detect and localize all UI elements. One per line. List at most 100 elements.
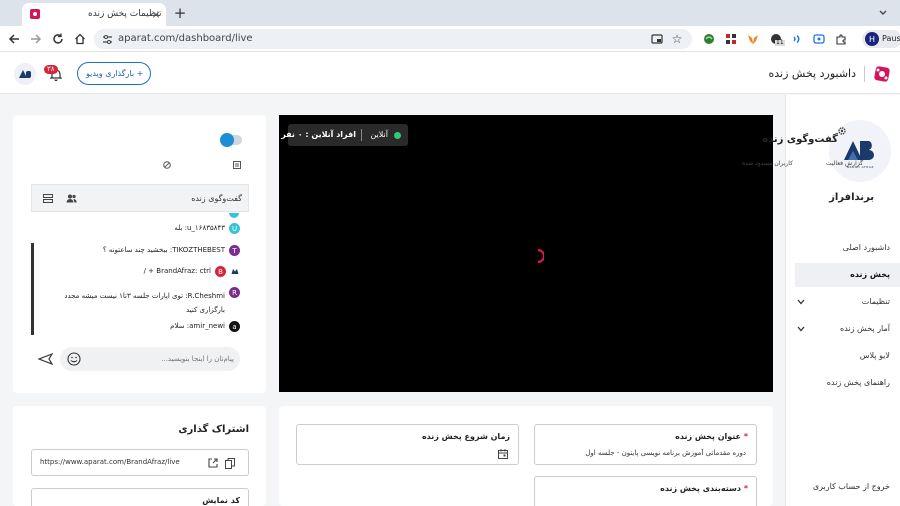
emoji-icon[interactable] bbox=[66, 351, 82, 367]
chat-avatar: R bbox=[229, 287, 240, 298]
list-view-icon[interactable] bbox=[42, 192, 54, 204]
extension-badge-icon[interactable]: 11 bbox=[768, 31, 785, 47]
stream-category-field[interactable]: * دسته‌بندی پخش زنده bbox=[534, 476, 757, 506]
chat-message-list: U u_۱۶۸۳۵۸۴۳: بله T TIKOZTHEBEST: ببخشید… bbox=[31, 213, 249, 343]
embed-code-field[interactable]: کد نمایش bbox=[31, 488, 249, 506]
activity-report-link[interactable]: گزارش فعالیت bbox=[826, 161, 863, 167]
notification-count: ۳۸ bbox=[44, 65, 58, 74]
sidebar-item-live-plus[interactable]: لایو پلاس bbox=[795, 346, 900, 366]
chat-message: a amir_newi: سلام bbox=[31, 320, 244, 334]
extension-blue-icon[interactable] bbox=[812, 32, 826, 46]
site-info-icon[interactable] bbox=[100, 32, 114, 46]
chat-user: amir_newi bbox=[189, 322, 225, 330]
chat-message-text: amir_newi: سلام bbox=[170, 322, 225, 330]
chat-message-partial-avatar bbox=[229, 213, 239, 218]
forward-icon[interactable] bbox=[28, 31, 44, 47]
profile-initial: H bbox=[868, 34, 875, 44]
chat-avatar: T bbox=[229, 245, 240, 256]
live-status-overlay: آنلاین افراد آنلاین : ۰ نفر bbox=[281, 124, 408, 146]
sidebar-item-live[interactable]: پخش زنده bbox=[795, 263, 900, 287]
upload-video-button[interactable]: + بارگذاری ویدیو bbox=[77, 62, 151, 85]
embed-code-label: کد نمایش bbox=[202, 496, 240, 505]
metamask-icon[interactable] bbox=[746, 32, 760, 46]
reload-icon[interactable] bbox=[50, 31, 66, 47]
extension-badge-count: 11 bbox=[775, 39, 785, 46]
tab-search-icon[interactable] bbox=[876, 6, 890, 20]
chat-panel-header: گفت‌وگوی زنده bbox=[31, 184, 249, 212]
open-link-icon[interactable] bbox=[207, 457, 219, 469]
chat-avatar-letter: U bbox=[231, 224, 238, 233]
activity-report-icon[interactable] bbox=[232, 160, 242, 170]
browser-tab[interactable]: تنظیمات پخش زنده × bbox=[22, 3, 166, 26]
chat-avatar-letter: B bbox=[218, 267, 223, 276]
user-avatar[interactable] bbox=[14, 63, 36, 85]
calendar-icon[interactable] bbox=[497, 448, 509, 460]
chat-panel-title: گفت‌وگوی زنده bbox=[191, 194, 242, 203]
sidebar-item-live-guide[interactable]: راهنمای پخش زنده bbox=[795, 373, 900, 393]
chat-input-wrap bbox=[60, 347, 240, 371]
stream-category-label: * دسته‌بندی پخش زنده bbox=[660, 485, 748, 493]
sidebar-item-label: راهنمای پخش زنده bbox=[826, 378, 890, 387]
stream-category-label-text: دسته‌بندی پخش زنده bbox=[660, 484, 742, 493]
chat-user: u_۱۶۸۳۵۸۴۳ bbox=[186, 224, 225, 232]
home-icon[interactable] bbox=[72, 31, 88, 47]
sidebar-item-settings[interactable]: تنظیمات bbox=[795, 292, 900, 312]
online-viewers: افراد آنلاین : ۰ نفر bbox=[281, 130, 356, 139]
audio-icon[interactable] bbox=[790, 32, 804, 46]
chevron-down-icon bbox=[795, 323, 807, 335]
chat-user: BrandAfraz bbox=[156, 267, 195, 275]
sidebar-item-label: لایو پلاس bbox=[859, 351, 890, 360]
tab-close-icon[interactable]: × bbox=[150, 8, 162, 21]
chat-user: TIKOZTHEBEST bbox=[172, 246, 225, 254]
stream-title-field[interactable]: * عنوان پخش زنده دوره مقدماتی آموزش برنا… bbox=[534, 424, 757, 465]
moderator-badge-icon bbox=[230, 267, 239, 276]
page-title: داشبورد پخش زنده bbox=[768, 67, 856, 80]
chat-card-title: گفت‌وگوی زنده bbox=[762, 134, 838, 145]
logout-label: خروج از حساب کاربری bbox=[812, 482, 890, 491]
copy-icon[interactable] bbox=[224, 457, 236, 469]
video-player[interactable] bbox=[279, 115, 773, 392]
url-text: aparat.com/dashboard/live bbox=[118, 33, 253, 44]
share-link-text: https://www.aparat.com/BrandAfraz/live bbox=[40, 458, 180, 466]
bookmark-star-icon[interactable]: ☆ bbox=[670, 32, 684, 46]
aparat-logo[interactable] bbox=[872, 64, 892, 84]
chat-avatar: U bbox=[229, 223, 240, 234]
sidebar-item-label: تنظیمات bbox=[861, 297, 890, 306]
sidebar-item-live-stats[interactable]: آمار پخش زنده bbox=[795, 319, 900, 339]
extension-green-icon[interactable] bbox=[702, 32, 716, 46]
chat-message-text: TIKOZTHEBEST: ببخشید چند ساعتونه ؟ bbox=[102, 246, 225, 254]
chat-message-text: BrandAfraz: ctrl + / bbox=[143, 267, 211, 275]
profile-chip[interactable]: H Paus bbox=[862, 30, 900, 48]
chat-text: سلام bbox=[170, 322, 185, 330]
new-tab-icon[interactable]: + bbox=[172, 4, 188, 22]
chat-text: بله bbox=[174, 224, 183, 232]
chat-avatar: B bbox=[215, 266, 226, 277]
stream-start-label: زمان شروع پخش زنده bbox=[421, 432, 510, 441]
required-mark: * bbox=[743, 432, 748, 441]
share-title: اشتراک گذاری bbox=[178, 424, 249, 435]
blocked-users-link[interactable]: کاربران مسدود شده bbox=[742, 161, 793, 167]
cast-icon[interactable] bbox=[650, 32, 664, 46]
chat-avatar-letter: R bbox=[232, 288, 237, 297]
chat-toggle[interactable] bbox=[220, 133, 242, 147]
extension-grid-icon[interactable] bbox=[724, 32, 738, 46]
blocked-users-icon[interactable] bbox=[162, 160, 172, 170]
chat-message-text: u_۱۶۸۳۵۸۴۳: بله bbox=[174, 224, 225, 232]
share-link-field[interactable]: https://www.aparat.com/BrandAfraz/live bbox=[31, 449, 249, 476]
extensions-puzzle-icon[interactable] bbox=[834, 32, 848, 46]
send-icon[interactable] bbox=[37, 352, 53, 366]
loading-spinner-icon bbox=[533, 248, 547, 264]
address-bar[interactable]: aparat.com/dashboard/live ☆ bbox=[94, 29, 692, 49]
stream-title-label-text: عنوان پخش زنده bbox=[675, 432, 742, 441]
back-icon[interactable] bbox=[6, 31, 22, 47]
logout-link[interactable]: خروج از حساب کاربری bbox=[795, 478, 900, 496]
stream-title-value: دوره مقدماتی آموزش برنامه نویسی پایتون -… bbox=[585, 449, 746, 457]
chat-toggle-knob bbox=[220, 133, 234, 147]
chevron-down-icon bbox=[795, 296, 807, 308]
users-icon[interactable] bbox=[65, 192, 77, 204]
chat-message-input[interactable] bbox=[88, 351, 234, 367]
profile-avatar: H bbox=[865, 32, 879, 46]
stream-start-field[interactable]: زمان شروع پخش زنده bbox=[296, 424, 519, 465]
upload-video-label: + بارگذاری ویدیو bbox=[86, 69, 144, 78]
sidebar-item-dashboard[interactable]: داشبورد اصلی bbox=[795, 238, 900, 258]
